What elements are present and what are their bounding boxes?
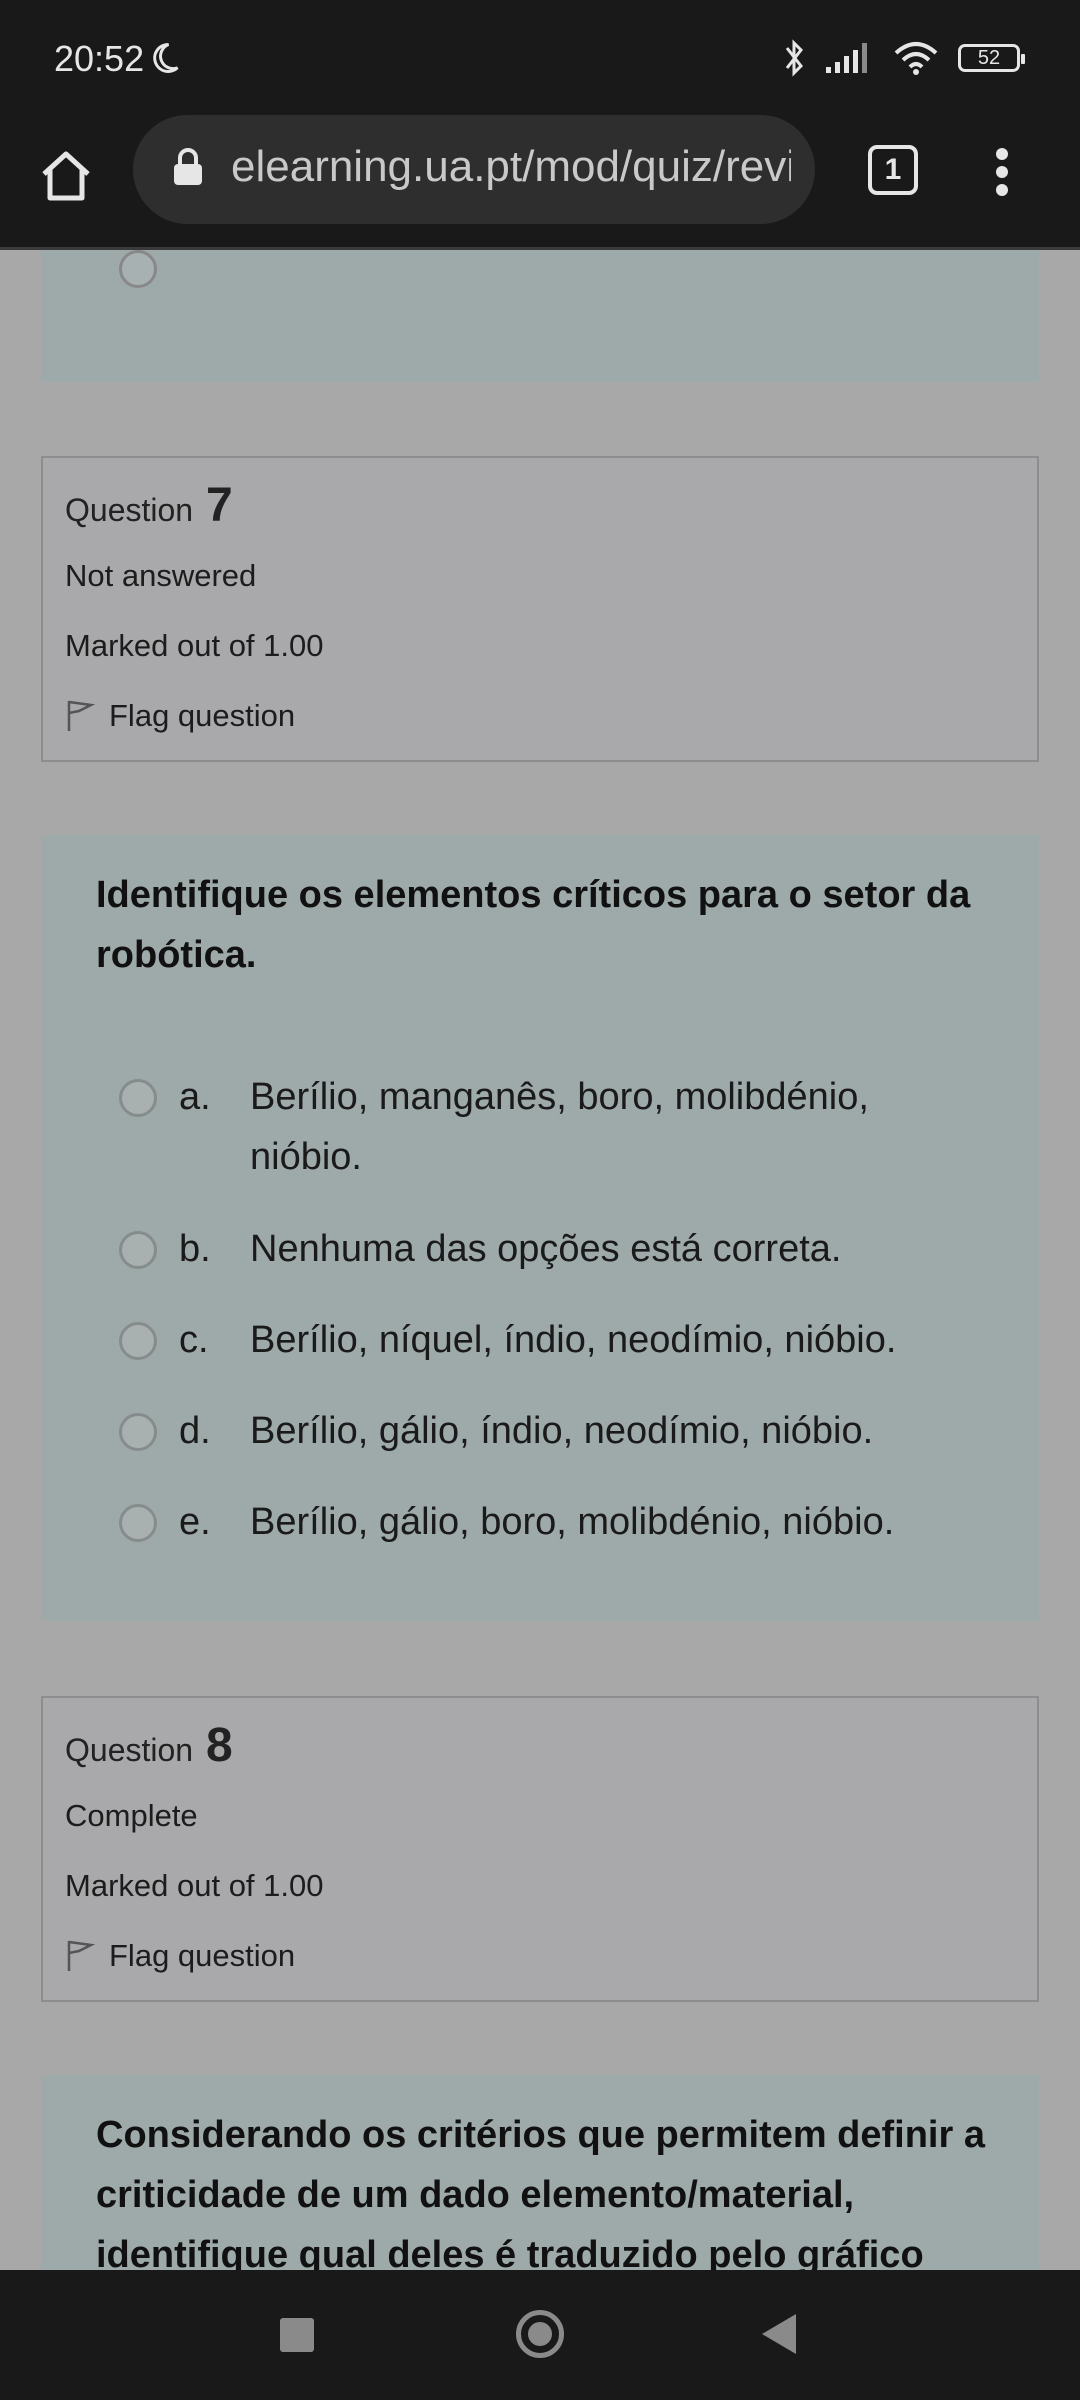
radio-button[interactable] (119, 1322, 157, 1360)
radio-button[interactable] (119, 1413, 157, 1451)
bluetooth-icon (785, 39, 803, 77)
radio-button[interactable] (119, 250, 157, 288)
question-marks: Marked out of 1.00 (65, 628, 324, 663)
question-text: Considerando os critérios que permitem d… (96, 2114, 985, 2270)
option-letter: a. (179, 1076, 211, 1118)
question-status: Not answered (65, 558, 257, 593)
flag-question-label: Flag question (109, 1938, 296, 1973)
previous-question-content (41, 250, 1039, 382)
flag-question-button[interactable]: Flag question (65, 698, 295, 734)
option-text: Nenhuma das opções está correta. (250, 1228, 842, 1270)
option-text: Berílio, gálio, índio, neodímio, nióbio. (250, 1410, 874, 1452)
question-info-8: Question 8 Complete Marked out of 1.00 F… (41, 1696, 1039, 2002)
radio-button[interactable] (119, 1231, 157, 1269)
question-content-8: Considerando os critérios que permitem d… (41, 2075, 1039, 2270)
option-text: Berílio, gálio, boro, molibdénio, nióbio… (250, 1501, 895, 1543)
url-text[interactable]: elearning.ua.pt/mod/quiz/review.php (231, 142, 791, 192)
option-text: Berílio, níquel, índio, neodímio, nióbio… (250, 1319, 897, 1361)
question-info-7: Question 7 Not answered Marked out of 1.… (41, 456, 1039, 762)
radio-button[interactable] (119, 1504, 157, 1542)
option-letter: d. (179, 1410, 211, 1452)
radio-button[interactable] (119, 1079, 157, 1117)
flag-icon (67, 1940, 95, 1971)
option-letter: e. (179, 1501, 211, 1543)
quiz-review-content: Question 7 Not answered Marked out of 1.… (0, 250, 1080, 2270)
question-status: Complete (65, 1798, 198, 1833)
option-text: Berílio, manganês, boro, molibdénio, nió… (250, 1076, 869, 1178)
signal-icon (826, 43, 867, 73)
lock-icon (174, 148, 202, 185)
home-circle-icon[interactable] (516, 2310, 564, 2358)
question-number: 8 (205, 1719, 233, 1772)
status-bar: 20:52 52 (0, 0, 1080, 120)
question-number: 7 (205, 479, 233, 532)
back-arrow-icon[interactable] (762, 2314, 796, 2354)
question-label: Question (65, 492, 194, 528)
question-label: Question (65, 1732, 194, 1768)
status-icons: 52 (782, 38, 1025, 78)
flag-question-label: Flag question (109, 698, 296, 733)
recent-apps-icon[interactable] (280, 2318, 314, 2352)
question-text: Identifique os elementos críticos para o… (96, 874, 971, 976)
moon-icon (153, 42, 179, 73)
home-icon[interactable] (36, 146, 96, 206)
question-marks: Marked out of 1.00 (65, 1868, 324, 1903)
flag-icon (67, 700, 95, 731)
flag-question-button[interactable]: Flag question (65, 1938, 295, 1974)
address-bar[interactable]: elearning.ua.pt/mod/quiz/review.php (133, 115, 815, 224)
browser-toolbar: elearning.ua.pt/mod/quiz/review.php 1 (0, 115, 1080, 250)
status-time: 20:52 (54, 38, 145, 79)
wifi-icon (894, 42, 938, 75)
more-options-icon[interactable] (990, 142, 1014, 202)
system-navigation-bar (0, 2270, 1080, 2400)
option-letter: b. (179, 1228, 211, 1270)
tab-switcher-button[interactable]: 1 (868, 145, 918, 195)
battery-icon: 52 (958, 44, 1025, 72)
question-content-7: Identifique os elementos críticos para o… (41, 835, 1039, 1621)
option-letter: c. (179, 1319, 209, 1361)
